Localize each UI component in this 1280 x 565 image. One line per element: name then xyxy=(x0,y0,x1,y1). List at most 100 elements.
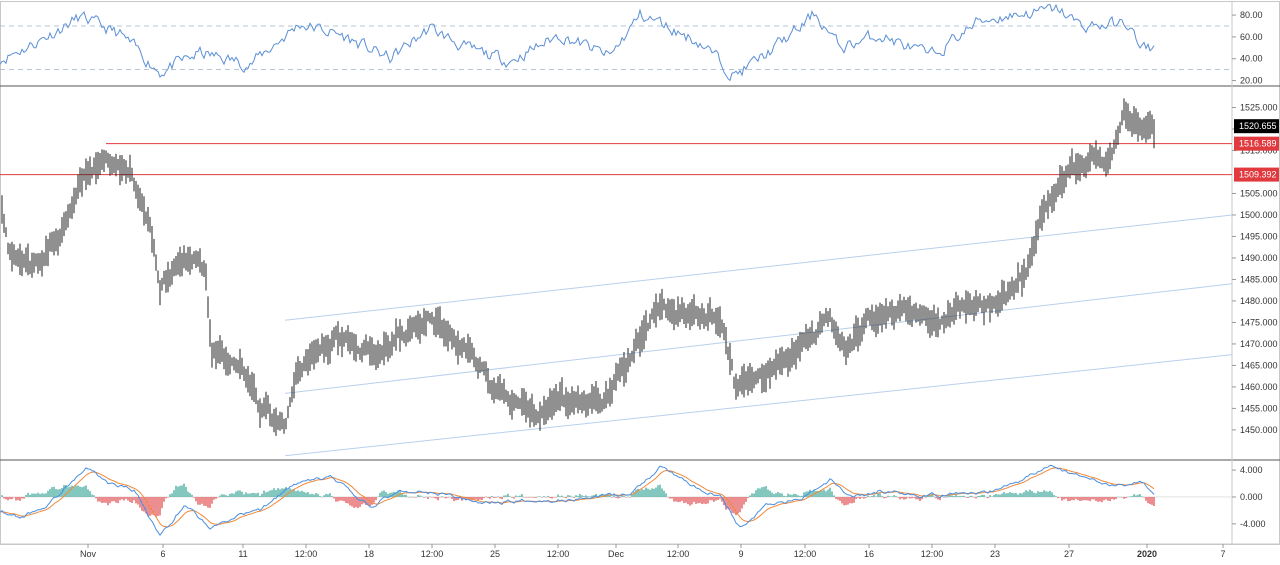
price-axis-tick-label: 1485.000 xyxy=(1240,274,1278,284)
macd-histogram-bar xyxy=(85,485,87,497)
macd-histogram-bar xyxy=(303,491,305,497)
trading-chart[interactable]: 80.0060.0040.0020.00 1525.0001520.000151… xyxy=(0,0,1280,565)
macd-histogram-bar xyxy=(121,497,123,500)
macd-histogram-bar xyxy=(163,497,165,502)
macd-histogram-bar xyxy=(131,497,133,503)
macd-histogram-bar xyxy=(847,497,849,505)
macd-histogram-bar xyxy=(823,489,825,497)
macd-histogram-bar xyxy=(261,493,263,497)
macd-histogram-bar xyxy=(385,492,387,497)
macd-histogram-bar xyxy=(577,495,579,497)
time-tick-label: 12:00 xyxy=(667,549,690,559)
macd-histogram-bar xyxy=(1125,497,1127,499)
macd-histogram-bar xyxy=(831,491,833,497)
macd-histogram-bar xyxy=(267,491,269,497)
price-axis-tick-label: 1480.000 xyxy=(1240,296,1278,306)
macd-histogram-bar xyxy=(1039,492,1041,497)
macd-axis-tick-label: 0.000 xyxy=(1240,492,1263,502)
rsi-line[interactable] xyxy=(0,3,1155,82)
macd-histogram-bar xyxy=(1071,497,1073,500)
macd-histogram-bar xyxy=(1097,497,1099,502)
macd-histogram-bar xyxy=(321,496,323,498)
macd-histogram-bar xyxy=(1003,492,1005,497)
macd-histogram-bar xyxy=(539,496,541,497)
macd-histogram-bar xyxy=(1115,497,1117,500)
macd-histogram-bar xyxy=(311,493,313,497)
macd-histogram-bar xyxy=(1149,497,1151,505)
macd-histogram-bar xyxy=(1049,490,1051,497)
macd-histogram-bar xyxy=(49,489,51,497)
macd-histogram-bar xyxy=(279,489,281,497)
macd-histogram-bar xyxy=(1137,494,1139,497)
macd-histogram-bar xyxy=(1075,497,1077,499)
macd-histogram-bar xyxy=(1111,497,1113,499)
macd-histogram-bar xyxy=(1027,491,1029,497)
macd-histogram-bar xyxy=(205,497,207,507)
macd-histogram-bar xyxy=(105,497,107,503)
macd-histogram-bar xyxy=(543,496,545,497)
time-tick-label: 12:00 xyxy=(421,549,444,559)
macd-panel[interactable]: 4.000 0.000 -4.000 xyxy=(0,464,1266,536)
macd-histogram-bar xyxy=(799,495,801,497)
macd-histogram-bar xyxy=(329,493,331,497)
macd-histogram-bar xyxy=(1087,497,1089,501)
macd-histogram-bar xyxy=(309,494,311,497)
macd-histogram-bar xyxy=(1107,497,1109,501)
rsi-axis-tick-label: 80.00 xyxy=(1240,10,1263,20)
macd-histogram-bar xyxy=(571,496,573,498)
macd-histogram-bar xyxy=(237,490,239,497)
macd-histogram-bar xyxy=(331,496,333,497)
price-panel[interactable]: 1525.0001520.0001515.0001505.0001500.000… xyxy=(0,98,1279,457)
macd-histogram-bar xyxy=(483,497,485,498)
macd-histogram-bar xyxy=(479,497,481,500)
macd-histogram-bar xyxy=(87,489,89,497)
macd-histogram-bar xyxy=(951,495,953,497)
macd-histogram-bar xyxy=(613,495,615,497)
channel-line[interactable] xyxy=(284,214,1233,321)
macd-histogram-bar xyxy=(643,489,645,497)
price-axis-tick-label: 1500.000 xyxy=(1240,210,1278,220)
macd-histogram-bar xyxy=(73,486,75,497)
macd-histogram-bar xyxy=(681,497,683,501)
macd-histogram-bar xyxy=(81,487,83,497)
macd-histogram-bar xyxy=(377,496,379,498)
time-tick-label: 12:00 xyxy=(921,549,944,559)
macd-histogram-bar xyxy=(689,497,691,506)
macd-histogram-bar xyxy=(1085,497,1087,501)
macd-histogram-bar xyxy=(41,493,43,497)
macd-histogram-bar xyxy=(1119,496,1121,498)
macd-histogram-bar xyxy=(95,497,97,499)
macd-histogram-bar xyxy=(787,493,789,497)
macd-histogram-bar xyxy=(209,497,211,508)
macd-histogram-bar xyxy=(1091,497,1093,500)
macd-histogram-bar xyxy=(429,496,431,497)
macd-histogram-bar xyxy=(657,485,659,497)
macd-histogram-bar xyxy=(433,497,435,498)
macd-histogram-bar xyxy=(195,497,197,502)
macd-histogram-bar xyxy=(641,489,643,497)
macd-histogram-bar xyxy=(767,489,769,497)
macd-histogram-bar xyxy=(215,497,217,499)
macd-histogram-bar xyxy=(1041,491,1043,497)
macd-histogram-bar xyxy=(779,493,781,497)
rsi-axis-tick-label: 20.00 xyxy=(1240,76,1263,86)
macd-histogram-bar xyxy=(1143,497,1145,498)
macd-histogram-bar xyxy=(107,497,109,506)
macd-histogram-bar xyxy=(173,490,175,497)
macd-histogram-bar xyxy=(447,497,449,498)
macd-histogram-bar xyxy=(1009,492,1011,497)
macd-histogram-bar xyxy=(37,492,39,497)
macd-histogram-bar xyxy=(891,496,893,497)
macd-histogram-bar xyxy=(337,497,339,502)
macd-histogram-bar xyxy=(1053,495,1055,497)
macd-histogram-bar xyxy=(345,497,347,503)
macd-histogram-bar xyxy=(617,497,619,499)
rsi-panel[interactable]: 80.00 60.00 40.00 20.00 xyxy=(0,3,1263,86)
price-axis-tick-label: 1490.000 xyxy=(1240,253,1278,263)
macd-histogram-bar xyxy=(3,497,5,499)
macd-histogram-bar xyxy=(155,497,157,517)
macd-histogram-bar xyxy=(739,497,741,513)
macd-histogram-bar xyxy=(179,485,181,497)
candles[interactable] xyxy=(1,98,1155,436)
time-axis[interactable]: Nov 6 11 12:00 18 12:00 25 12:00 Dec 12:00 9 12:00 1… xyxy=(80,544,1226,559)
